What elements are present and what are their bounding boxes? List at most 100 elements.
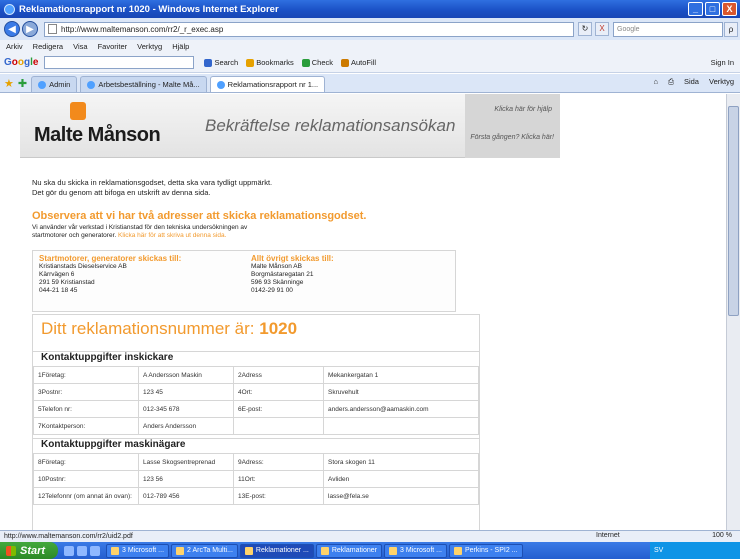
- table-cell: 13E-post:: [233, 487, 324, 505]
- close-button[interactable]: X: [722, 2, 737, 16]
- google-search-button[interactable]: Search: [204, 58, 238, 67]
- search-input[interactable]: Google: [613, 21, 723, 37]
- table-row: 10Postnr: 123 56 11Ort: Avliden: [33, 470, 479, 488]
- forward-button[interactable]: ▶: [22, 21, 38, 37]
- table-cell: 12Telefonnr (om annat än ovan):: [33, 487, 139, 505]
- logo-mark-icon: [70, 102, 86, 120]
- taskbar-item[interactable]: 2 ArcTa Multi...: [171, 543, 238, 558]
- table-cell: Anders Andersson: [138, 417, 234, 435]
- site-logo[interactable]: Malte Månson: [34, 124, 161, 147]
- table-cell: 9Adress:: [233, 453, 324, 471]
- menu-visa[interactable]: Visa: [73, 42, 87, 51]
- google-search-input[interactable]: [44, 56, 195, 69]
- menu-hjalp[interactable]: Hjälp: [172, 42, 189, 51]
- start-button[interactable]: Start: [0, 542, 58, 559]
- home-icon[interactable]: ⌂: [653, 77, 658, 87]
- google-check-button[interactable]: Check: [301, 58, 333, 67]
- maximize-button[interactable]: □: [705, 2, 720, 16]
- table-cell: 123 56: [138, 470, 234, 488]
- status-bar: http://www.maltemanson.com/rr2/uid2.pdf …: [0, 530, 740, 542]
- address-line: 596 93 Skänninge: [251, 279, 304, 286]
- start-label: Start: [20, 544, 46, 557]
- table-cell: 1Företag:: [33, 366, 139, 384]
- tab-icon: [87, 80, 96, 89]
- help-link[interactable]: Klicka här för hjälp: [494, 106, 552, 113]
- table-cell: anders.andersson@aamaskin.com: [323, 400, 479, 418]
- notice-line-2: startmotorer och generatorer.: [32, 232, 117, 239]
- page-title: Bekräftelse reklamationsansökan: [205, 116, 456, 135]
- menu-arkiv[interactable]: Arkiv: [6, 42, 23, 51]
- task-icon: [454, 546, 462, 555]
- tab-icon: [38, 80, 47, 89]
- table-cell: 8Företag:: [33, 453, 139, 471]
- scrollbar-thumb[interactable]: [728, 106, 739, 316]
- task-icon: [320, 546, 329, 555]
- table-cell: Lasse Skogsentreprenad: [138, 453, 234, 471]
- print-icon[interactable]: ⎙: [668, 77, 674, 87]
- table-cell: A Andersson Maskin: [138, 366, 234, 384]
- table-row: 8Företag: Lasse Skogsentreprenad 9Adress…: [33, 453, 479, 471]
- table-cell: 10Postnr:: [33, 470, 139, 488]
- address-tools: ↻ X: [578, 22, 609, 36]
- notice-line-1: Vi använder vår verkstad i Kristianstad …: [32, 224, 248, 231]
- taskbar-item[interactable]: 3 Microsoft ...: [106, 543, 170, 558]
- tab-reklamationsrapport[interactable]: Reklamationsrapport nr 1...: [209, 76, 326, 92]
- tab-admin[interactable]: Admin: [31, 76, 78, 92]
- address-line: Kristianstads Dieselservice AB: [39, 263, 127, 270]
- favorites-star-icon[interactable]: ★: [4, 76, 14, 92]
- quick-launch-icon[interactable]: [77, 545, 87, 556]
- security-zone[interactable]: Internet: [596, 532, 620, 539]
- search-button[interactable]: ρ: [724, 21, 738, 37]
- back-button[interactable]: ◀: [4, 21, 20, 37]
- address-line: Kärrvägen 6: [39, 271, 75, 278]
- site-header: Malte Månson Bekräftelse reklamationsans…: [20, 94, 560, 158]
- first-time-link[interactable]: Första gången? Klicka här!: [470, 134, 554, 141]
- stop-button[interactable]: X: [595, 22, 609, 36]
- print-page-link[interactable]: Klicka här för att skriva ut denna sida.: [118, 232, 226, 239]
- address-line: 0142-29 91 00: [251, 287, 293, 294]
- quick-launch: [64, 545, 100, 556]
- sign-in-link[interactable]: Sign In: [711, 58, 734, 67]
- table-cell: 7Kontaktperson:: [33, 417, 139, 435]
- quick-launch-icon[interactable]: [90, 545, 100, 556]
- zoom-level[interactable]: 100 %: [712, 532, 732, 539]
- menu-verktyg[interactable]: Verktyg: [137, 42, 162, 51]
- taskbar-item[interactable]: 3 Microsoft ...: [383, 543, 447, 558]
- site-container: Malte Månson Bekräftelse reklamationsans…: [20, 94, 560, 530]
- quick-launch-icon[interactable]: [64, 545, 74, 556]
- tab-arbetsbestallning[interactable]: Arbetsbeställning - Malte Må...: [80, 76, 207, 92]
- table-row: 1Företag: A Andersson Maskin 2Adress Mek…: [33, 366, 479, 384]
- case-number: 1020: [259, 319, 298, 338]
- intro-text: Nu ska du skicka in reklamationsgodset, …: [32, 178, 272, 198]
- page-menu[interactable]: Sida: [684, 77, 699, 87]
- taskbar-item[interactable]: Reklamationer: [315, 543, 382, 558]
- table-cell: Avliden: [323, 470, 479, 488]
- address-input[interactable]: http://www.maltemanson.com/rr2/_r_exec.a…: [44, 21, 574, 37]
- notice-body: Vi använder vår verkstad i Kristianstad …: [32, 224, 332, 240]
- google-autofill-button[interactable]: AutoFill: [341, 58, 376, 67]
- google-logo: Google: [4, 57, 39, 68]
- menu-favoriter[interactable]: Favoriter: [98, 42, 128, 51]
- google-toolbar: Google Search Bookmarks Check AutoFill S…: [0, 53, 740, 73]
- table-cell: 5Telefon nr:: [33, 400, 139, 418]
- taskbar-item[interactable]: Perkins - SPI2 ...: [449, 543, 523, 558]
- intro-line-1: Nu ska du skicka in reklamationsgodset, …: [32, 178, 273, 187]
- address-line: Malte Månson AB: [251, 263, 302, 270]
- system-tray: SV: [650, 542, 740, 559]
- refresh-button[interactable]: ↻: [578, 22, 592, 36]
- table-cell: Skruvehult: [323, 383, 479, 401]
- address-line: Borgmästaregatan 21: [251, 271, 314, 278]
- add-favorite-icon[interactable]: ✚: [18, 76, 27, 92]
- window-title: Reklamationsrapport nr 1020 - Windows In…: [19, 3, 279, 15]
- taskbar-item[interactable]: Reklamationer ...: [239, 543, 314, 558]
- task-icon: [244, 546, 253, 555]
- table-cell: 11Ort:: [233, 470, 324, 488]
- google-bookmarks-button[interactable]: Bookmarks: [246, 58, 294, 67]
- menu-redigera[interactable]: Redigera: [33, 42, 63, 51]
- vertical-scrollbar[interactable]: [726, 94, 740, 530]
- windows-flag-icon: [6, 545, 16, 556]
- language-indicator[interactable]: SV: [654, 547, 663, 554]
- tools-menu[interactable]: Verktyg: [709, 77, 734, 87]
- minimize-button[interactable]: _: [688, 2, 703, 16]
- tab-tools: ⌂ ⎙ Sida Verktyg: [653, 77, 734, 87]
